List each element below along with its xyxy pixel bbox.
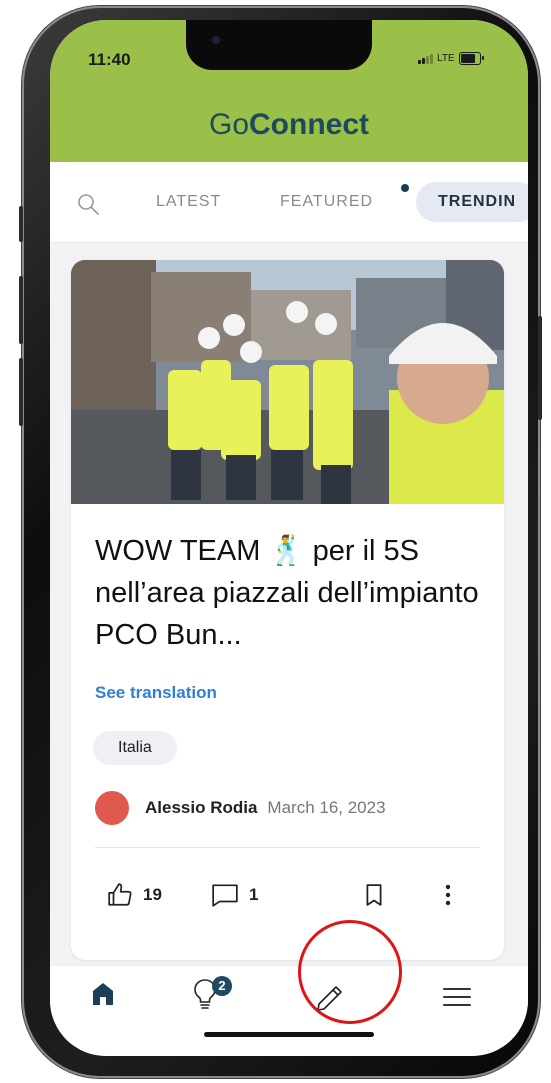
- post-photo[interactable]: [71, 260, 504, 504]
- power-button: [538, 316, 542, 420]
- battery-icon: [458, 52, 484, 65]
- post-feed: WOW TEAM 🕺 per il 5S nell’area piazzali …: [50, 243, 528, 965]
- front-camera: [212, 36, 220, 44]
- bookmark-icon: [366, 884, 382, 906]
- brand-prefix: Go: [208, 108, 250, 141]
- feed-tabs: LATEST FEATURED TRENDIN: [50, 162, 528, 243]
- divider: [95, 847, 479, 848]
- author-name[interactable]: Alessio Rodia: [145, 798, 257, 818]
- home-icon: [93, 983, 113, 1005]
- post-card[interactable]: WOW TEAM 🕺 per il 5S nell’area piazzali …: [71, 260, 504, 960]
- nav-home[interactable]: [92, 982, 114, 1011]
- post-date: March 16, 2023: [267, 798, 386, 817]
- comment-icon: [212, 884, 238, 907]
- notch: [186, 20, 372, 70]
- app-logo: GoConnect: [50, 108, 528, 142]
- like-count: 19: [143, 885, 162, 904]
- status-time: 11:40: [88, 50, 131, 69]
- bottom-navigation: 2: [50, 965, 528, 1056]
- thumbs-up-icon: [108, 883, 132, 906]
- comment-button[interactable]: 1: [211, 882, 258, 908]
- hamburger-menu-icon: [443, 988, 471, 1006]
- unread-dot: [401, 184, 409, 192]
- tab-featured[interactable]: FEATURED: [280, 193, 373, 211]
- author-row: Alessio Rodia March 16, 2023: [95, 790, 386, 826]
- nav-menu[interactable]: [442, 986, 472, 1013]
- location-tag[interactable]: Italia: [93, 731, 177, 765]
- like-button[interactable]: 19: [107, 882, 162, 908]
- brand-suffix: Connect: [249, 108, 370, 141]
- tab-latest[interactable]: LATEST: [156, 193, 221, 211]
- notification-badge: 2: [212, 976, 232, 996]
- post-title[interactable]: WOW TEAM 🕺 per il 5S nell’area piazzali …: [95, 530, 485, 656]
- nav-ideas[interactable]: 2: [190, 976, 232, 1017]
- more-options-button[interactable]: [445, 884, 451, 906]
- more-vertical-icon: [445, 884, 451, 906]
- silent-switch: [19, 206, 23, 242]
- status-indicators: LTE: [418, 52, 484, 65]
- post-actions: 19 1: [71, 870, 504, 920]
- home-indicator: [204, 1032, 374, 1037]
- phone-screen: 11:40 LTE GoConnect LATEST FEATURED TREN…: [50, 20, 528, 1056]
- battery-level: [460, 54, 475, 63]
- volume-up-button: [19, 276, 23, 344]
- network-label: LTE: [437, 53, 455, 64]
- search-icon[interactable]: [76, 192, 100, 216]
- highlight-annotation: [298, 920, 402, 1024]
- signal-icon: [418, 53, 433, 64]
- avatar[interactable]: [95, 791, 129, 825]
- see-translation-link[interactable]: See translation: [95, 683, 217, 703]
- tab-trending[interactable]: TRENDIN: [416, 182, 528, 222]
- bookmark-button[interactable]: [365, 884, 383, 906]
- volume-down-button: [19, 358, 23, 426]
- comment-count: 1: [249, 885, 259, 904]
